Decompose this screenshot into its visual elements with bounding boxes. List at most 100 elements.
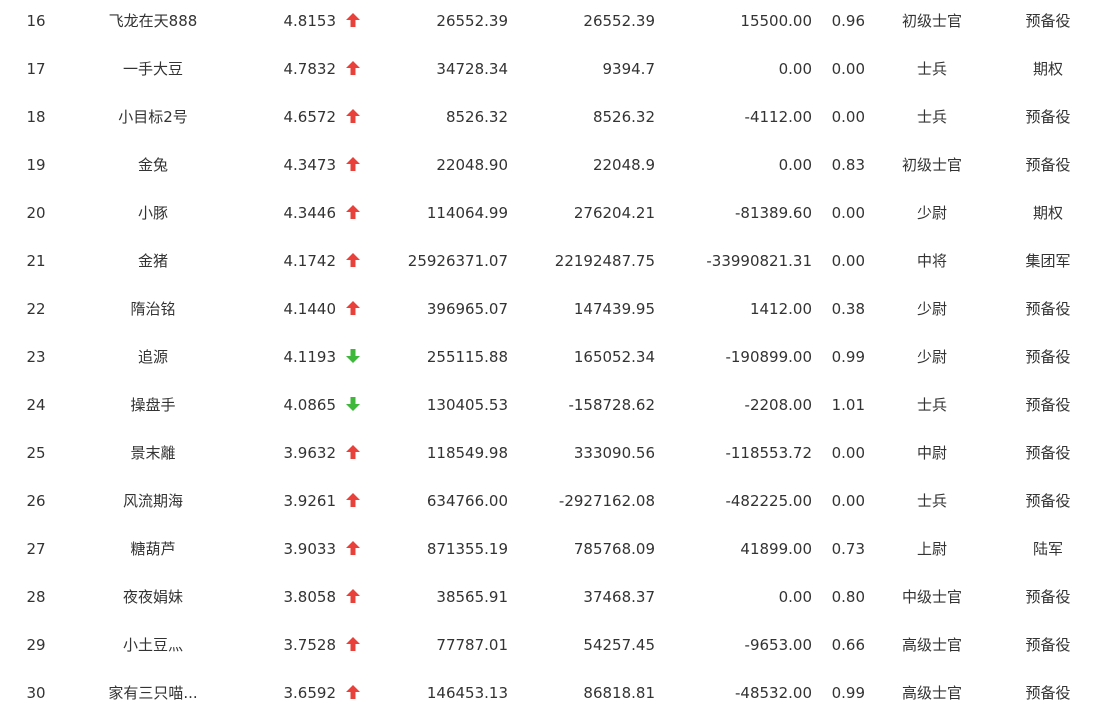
value1-cell: 34728.34: [436, 60, 508, 78]
trader-name-cell: 操盘手: [130, 396, 176, 414]
value2-cell: 86818.81: [583, 684, 655, 702]
value3-cell: -2208.00: [744, 396, 812, 414]
value2-cell: 37468.37: [583, 588, 655, 606]
value3-cell: 0.00: [778, 156, 812, 174]
category-cell: 预备役: [1025, 348, 1071, 366]
trader-name-cell: 小土豆灬: [122, 636, 183, 654]
value1-cell: 26552.39: [436, 12, 508, 30]
trader-name-cell: 金兔: [137, 156, 168, 174]
category-cell: 预备役: [1025, 492, 1071, 510]
arrow-up-icon: [342, 189, 364, 237]
arrow-up-icon: [342, 141, 364, 189]
category-cell: 期权: [1032, 204, 1063, 222]
category-cell: 预备役: [1025, 396, 1071, 414]
ratio-cell: 0.00: [831, 444, 865, 462]
value1-cell: 871355.19: [426, 540, 508, 558]
arrow-up-icon: [342, 285, 364, 333]
category-cell: 陆军: [1032, 540, 1063, 558]
table-row[interactable]: 21 金猪 4.1742 25926371.07 22192487.75 -3399082…: [0, 237, 1096, 285]
ratio-cell: 0.38: [831, 300, 865, 318]
table-row[interactable]: 19 金兔 4.3473 22048.90 22048.9 0.00 0.83 初级士官 预备役: [0, 141, 1096, 189]
rank-title-cell: 士兵: [916, 108, 947, 126]
value1-cell: 255115.88: [426, 348, 508, 366]
score-cell: 4.1193: [283, 348, 337, 366]
table-row[interactable]: 17 一手大豆 4.7832 34728.34 9394.7 0.00 0.00 士兵 期权: [0, 45, 1096, 93]
value1-cell: 114064.99: [426, 204, 508, 222]
table-row[interactable]: 16 飞龙在天888 4.8153 26552.39 26552.39 15500.00 0…: [0, 0, 1096, 45]
table-row[interactable]: 25 景末離 3.9632 118549.98 333090.56 -118553.72 0…: [0, 429, 1096, 477]
ratio-cell: 1.01: [831, 396, 865, 414]
trader-name-cell: 风流期海: [122, 492, 183, 510]
score-cell: 4.1742: [283, 252, 337, 270]
trader-name-cell: 追源: [137, 348, 168, 366]
table-row[interactable]: 30 家有三只喵... 3.6592 146453.13 86818.81 -48532.…: [0, 669, 1096, 717]
rank-title-cell: 高级士官: [901, 636, 962, 654]
rank-cell: 28: [26, 588, 46, 606]
table-row[interactable]: 23 追源 4.1193 255115.88 165052.34 -190899.00 0.…: [0, 333, 1096, 381]
value2-cell: 26552.39: [583, 12, 655, 30]
ratio-cell: 0.80: [831, 588, 865, 606]
ratio-cell: 0.73: [831, 540, 865, 558]
ratio-cell: 0.99: [831, 684, 865, 702]
category-cell: 期权: [1032, 60, 1063, 78]
table-row[interactable]: 22 隋治铭 4.1440 396965.07 147439.95 1412.00 0.38…: [0, 285, 1096, 333]
value2-cell: 785768.09: [573, 540, 655, 558]
table-row[interactable]: 26 风流期海 3.9261 634766.00 -2927162.08 -482225.…: [0, 477, 1096, 525]
value1-cell: 118549.98: [426, 444, 508, 462]
arrow-up-icon: [342, 621, 364, 669]
score-cell: 4.7832: [283, 60, 337, 78]
rank-title-cell: 高级士官: [901, 684, 962, 702]
value3-cell: -4112.00: [744, 108, 812, 126]
rank-title-cell: 士兵: [916, 60, 947, 78]
value3-cell: -48532.00: [735, 684, 812, 702]
category-cell: 集团军: [1025, 252, 1071, 270]
trader-name-cell: 一手大豆: [122, 60, 183, 78]
ratio-cell: 0.00: [831, 252, 865, 270]
value3-cell: -190899.00: [725, 348, 812, 366]
arrow-up-icon: [342, 477, 364, 525]
rank-cell: 16: [26, 12, 46, 30]
ratio-cell: 0.00: [831, 204, 865, 222]
score-cell: 3.6592: [283, 684, 337, 702]
value3-cell: 41899.00: [740, 540, 812, 558]
trader-name-cell: 隋治铭: [130, 300, 176, 318]
score-cell: 4.3446: [283, 204, 337, 222]
ratio-cell: 0.00: [831, 108, 865, 126]
table-row[interactable]: 18 小目标2号 4.6572 8526.32 8526.32 -4112.00 0.00 士…: [0, 93, 1096, 141]
trader-name-cell: 景末離: [130, 444, 176, 462]
value1-cell: 396965.07: [426, 300, 508, 318]
rank-title-cell: 中级士官: [901, 588, 962, 606]
value1-cell: 634766.00: [426, 492, 508, 510]
ratio-cell: 0.66: [831, 636, 865, 654]
value3-cell: -33990821.31: [706, 252, 812, 270]
table-row[interactable]: 28 夜夜娟妹 3.8058 38565.91 37468.37 0.00 0.80 中级士官…: [0, 573, 1096, 621]
rank-title-cell: 初级士官: [901, 12, 962, 30]
table-row[interactable]: 20 小豚 4.3446 114064.99 276204.21 -81389.60 0.0…: [0, 189, 1096, 237]
table-row[interactable]: 27 糖葫芦 3.9033 871355.19 785768.09 41899.00 0.7…: [0, 525, 1096, 573]
value1-cell: 38565.91: [436, 588, 508, 606]
rank-cell: 29: [26, 636, 46, 654]
value3-cell: -9653.00: [744, 636, 812, 654]
trader-name-cell: 夜夜娟妹: [122, 588, 183, 606]
table-row[interactable]: 29 小土豆灬 3.7528 77787.01 54257.45 -9653.00 0.66…: [0, 621, 1096, 669]
rank-cell: 21: [26, 252, 46, 270]
category-cell: 预备役: [1025, 444, 1071, 462]
rank-title-cell: 少尉: [916, 204, 947, 222]
score-cell: 3.7528: [283, 636, 337, 654]
category-cell: 预备役: [1025, 588, 1071, 606]
arrow-down-icon: [342, 381, 364, 429]
ranking-table: 16 飞龙在天888 4.8153 26552.39 26552.39 15500.00 0…: [0, 0, 1096, 715]
score-cell: 4.3473: [283, 156, 337, 174]
arrow-up-icon: [342, 45, 364, 93]
table-row[interactable]: 24 操盘手 4.0865 130405.53 -158728.62 -2208.00 1.…: [0, 381, 1096, 429]
value2-cell: -158728.62: [568, 396, 655, 414]
value3-cell: -482225.00: [725, 492, 812, 510]
rank-title-cell: 中尉: [916, 444, 947, 462]
value1-cell: 8526.32: [445, 108, 508, 126]
trader-name-cell: 小目标2号: [118, 108, 188, 126]
rank-cell: 26: [26, 492, 46, 510]
rank-cell: 24: [26, 396, 46, 414]
score-cell: 3.8058: [283, 588, 337, 606]
rank-cell: 22: [26, 300, 46, 318]
rank-cell: 23: [26, 348, 46, 366]
